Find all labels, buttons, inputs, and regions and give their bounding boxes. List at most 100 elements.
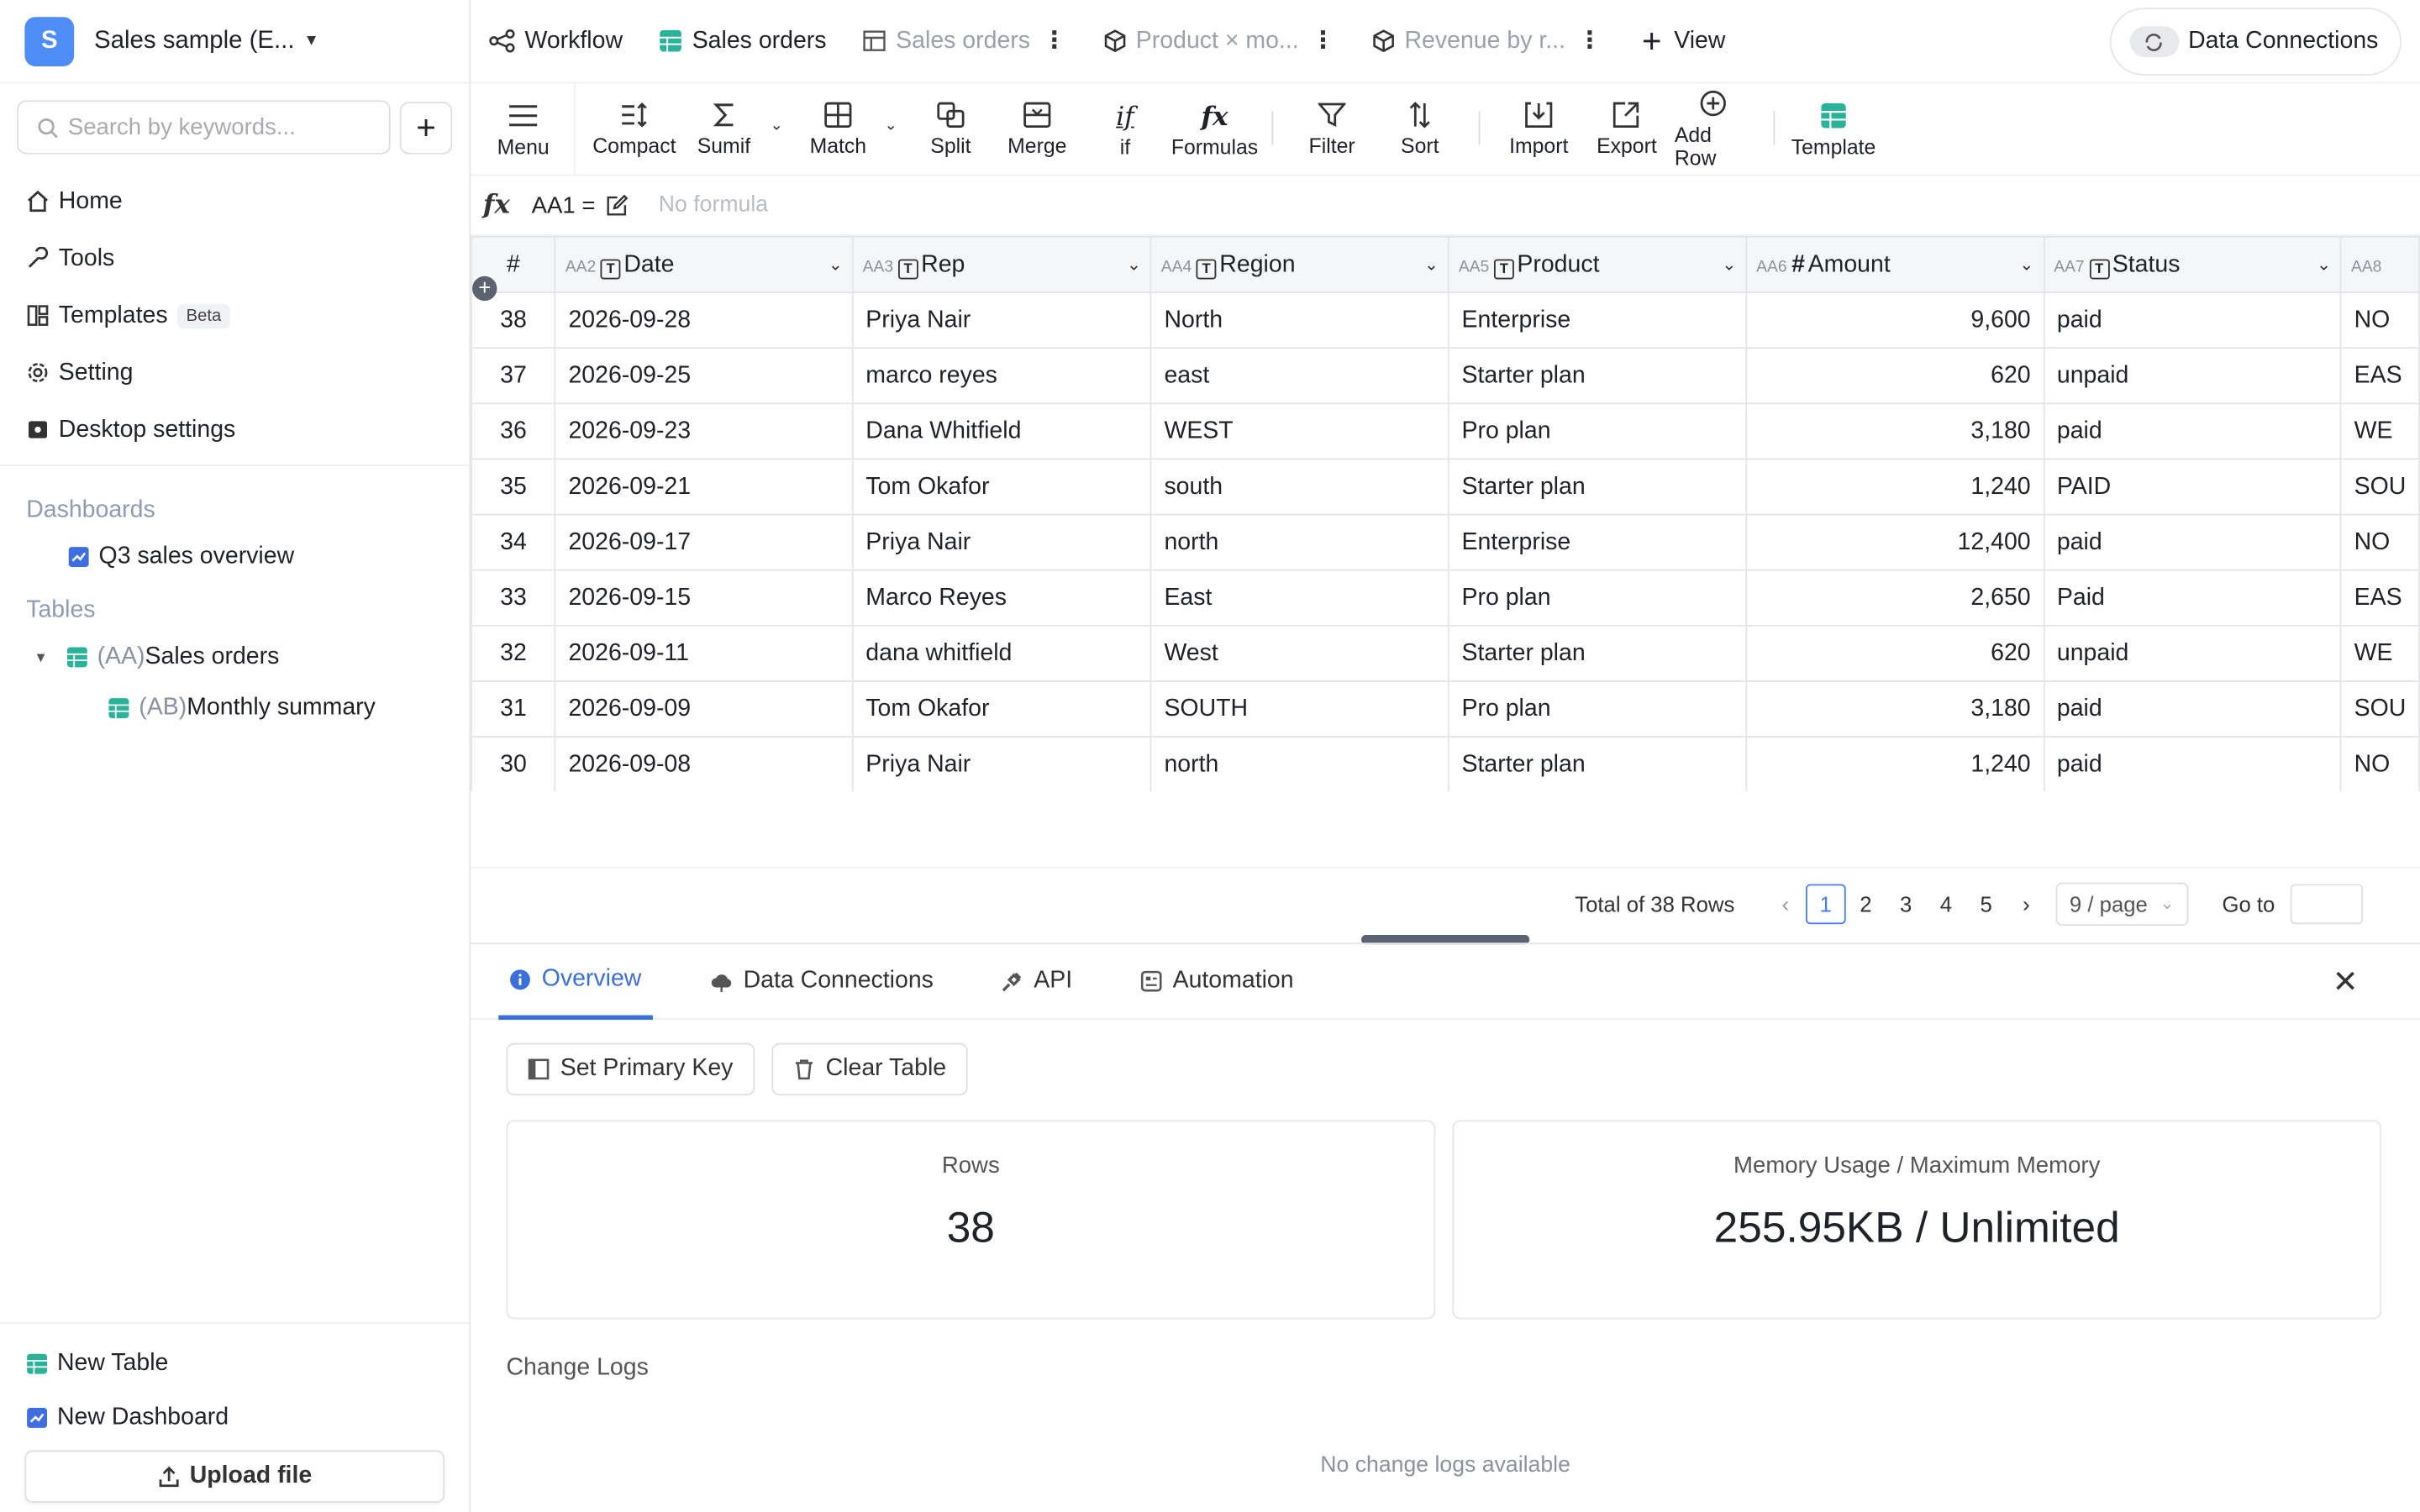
more-icon[interactable]: ⋮ <box>1043 26 1066 55</box>
tab-product-pivot[interactable]: Product × mo... ⋮ <box>1103 26 1335 55</box>
cell-date[interactable]: 2026-09-23 <box>554 402 854 460</box>
nav-setting[interactable]: Setting <box>0 344 469 402</box>
table-row[interactable]: 38 2026-09-28 Priya Nair North Enterprise 9,6… <box>471 291 2420 349</box>
cell-region[interactable]: east <box>1150 347 1449 405</box>
cell-product[interactable]: Starter plan <box>1447 347 1748 405</box>
cell-aa8[interactable]: SOU <box>2340 680 2420 738</box>
data-connections-button[interactable]: Data Connections <box>2109 8 2402 76</box>
table-row[interactable]: 31 2026-09-09 Tom Okafor SOUTH Pro plan 3,180… <box>471 680 2420 738</box>
row-number[interactable]: 30 <box>471 736 556 792</box>
sort-button[interactable]: Sort <box>1397 83 1443 176</box>
cell-amount[interactable]: 620 <box>1745 624 2045 682</box>
template-button[interactable]: Template <box>1789 83 1879 176</box>
cell-status[interactable]: paid <box>2043 402 2342 460</box>
tab-automation[interactable]: Automation <box>1129 943 1304 1019</box>
cell-product[interactable]: Starter plan <box>1447 736 1748 792</box>
row-number[interactable]: 35 <box>471 458 556 516</box>
table-row[interactable]: 35 2026-09-21 Tom Okafor south Starter plan 1… <box>471 458 2420 516</box>
cell-status[interactable]: paid <box>2043 513 2342 571</box>
cell-date[interactable]: 2026-09-25 <box>554 347 854 405</box>
cell-date[interactable]: 2026-09-11 <box>554 624 854 682</box>
chevron-down-icon[interactable]: ⌄ <box>1424 254 1439 274</box>
cell-amount[interactable]: 9,600 <box>1745 291 2045 349</box>
row-number[interactable]: 33 <box>471 569 556 627</box>
tab-workflow[interactable]: Workflow <box>489 27 623 55</box>
cell-region[interactable]: WEST <box>1150 402 1449 460</box>
table-row[interactable]: 36 2026-09-23 Dana Whitfield WEST Pro plan 3,… <box>471 402 2420 460</box>
cell-aa8[interactable]: WE <box>2340 402 2420 460</box>
cell-amount[interactable]: 3,180 <box>1745 680 2045 738</box>
menu-button[interactable]: Menu <box>496 83 551 176</box>
column-header-product[interactable]: AA5 T Product ⌄ <box>1447 236 1748 293</box>
column-header-status[interactable]: AA7 T Status ⌄ <box>2043 236 2342 293</box>
cell-region[interactable]: East <box>1150 569 1449 627</box>
chevron-down-icon[interactable]: ⌄ <box>2317 254 2331 274</box>
set-primary-key-button[interactable]: Set Primary Key <box>506 1042 755 1096</box>
table-row[interactable]: 30 2026-09-08 Priya Nair north Starter plan 1… <box>471 736 2420 792</box>
cell-status[interactable]: paid <box>2043 736 2342 792</box>
formula-input[interactable]: No formula <box>659 193 768 218</box>
cell-region[interactable]: north <box>1150 736 1449 792</box>
cell-date[interactable]: 2026-09-15 <box>554 569 854 627</box>
cell-region[interactable]: North <box>1150 291 1449 349</box>
cell-status[interactable]: unpaid <box>2043 347 2342 405</box>
cell-aa8[interactable]: EAS <box>2340 569 2420 627</box>
tab-api[interactable]: API <box>991 943 1083 1019</box>
formulas-button[interactable]: fx Formulas <box>1168 83 1260 176</box>
cell-product[interactable]: Pro plan <box>1447 680 1748 738</box>
chevron-down-icon[interactable]: ▼ <box>304 33 319 50</box>
nav-home[interactable]: Home <box>0 173 469 230</box>
cell-amount[interactable]: 3,180 <box>1745 402 2045 460</box>
column-header-amount[interactable]: AA6 # Amount ⌄ <box>1745 236 2045 293</box>
cell-amount[interactable]: 1,240 <box>1745 458 2045 516</box>
cell-region[interactable]: West <box>1150 624 1449 682</box>
compact-button[interactable]: Compact <box>591 83 677 176</box>
edit-icon[interactable] <box>605 193 629 218</box>
chevron-down-icon[interactable]: ⌄ <box>2019 254 2033 274</box>
add-row-button[interactable]: Add Row <box>1675 83 1752 176</box>
table-row[interactable]: 34 2026-09-17 Priya Nair north Enterprise 12,… <box>471 513 2420 571</box>
cell-aa8[interactable]: EAS <box>2340 347 2420 405</box>
clear-table-button[interactable]: Clear Table <box>771 1042 968 1096</box>
page-1[interactable]: 1 <box>1805 883 1846 924</box>
dashboard-item-q3[interactable]: Q3 sales overview <box>0 531 469 582</box>
page-2[interactable]: 2 <box>1846 884 1886 924</box>
tab-sales-orders-table[interactable]: Sales orders <box>660 27 827 55</box>
cell-rep[interactable]: Priya Nair <box>851 513 1152 571</box>
table-row[interactable]: 32 2026-09-11 dana whitfield West Starter pl… <box>471 624 2420 682</box>
table-row[interactable]: 37 2026-09-25 marco reyes east Starter plan 6… <box>471 347 2420 405</box>
nav-tools[interactable]: Tools <box>0 230 469 287</box>
workspace-name[interactable]: Sales sample (E... <box>94 27 294 55</box>
cell-aa8[interactable]: NO <box>2340 291 2420 349</box>
row-number[interactable]: 37 <box>471 347 556 405</box>
search-input[interactable]: Search by keywords... <box>17 100 391 155</box>
cell-region[interactable]: north <box>1150 513 1449 571</box>
close-icon[interactable]: ✕ <box>2333 963 2359 1001</box>
cell-product[interactable]: Pro plan <box>1447 569 1748 627</box>
cell-date[interactable]: 2026-09-28 <box>554 291 854 349</box>
if-button[interactable]: if if <box>1107 83 1144 176</box>
cell-rep[interactable]: dana whitfield <box>851 624 1152 682</box>
chevron-down-icon[interactable]: ⌄ <box>1127 254 1141 274</box>
cell-aa8[interactable]: WE <box>2340 624 2420 682</box>
workspace-header[interactable]: S Sales sample (E... ▼ <box>0 0 470 84</box>
cell-status[interactable]: Paid <box>2043 569 2342 627</box>
cell-date[interactable]: 2026-09-08 <box>554 736 854 792</box>
add-row-icon[interactable]: + <box>472 276 497 302</box>
caret-down-icon[interactable]: ▼ <box>34 648 47 664</box>
import-button[interactable]: Import <box>1505 83 1573 176</box>
cell-amount[interactable]: 12,400 <box>1745 513 2045 571</box>
cell-aa8[interactable]: NO <box>2340 513 2420 571</box>
row-number[interactable]: 32 <box>471 624 556 682</box>
cell-product[interactable]: Starter plan <box>1447 458 1748 516</box>
cell-date[interactable]: 2026-09-21 <box>554 458 854 516</box>
cell-product[interactable]: Enterprise <box>1447 513 1748 571</box>
tab-data-connections[interactable]: Data Connections <box>698 943 944 1019</box>
upload-file-button[interactable]: Upload file <box>24 1450 445 1503</box>
cell-aa8[interactable]: NO <box>2340 736 2420 792</box>
split-button[interactable]: Split <box>922 83 981 176</box>
cell-status[interactable]: paid <box>2043 680 2342 738</box>
chevron-down-icon[interactable]: ⌄ <box>829 254 843 274</box>
page-size-select[interactable]: 9 / page ⌄ <box>2055 881 2189 926</box>
row-number[interactable]: 36 <box>471 402 556 460</box>
